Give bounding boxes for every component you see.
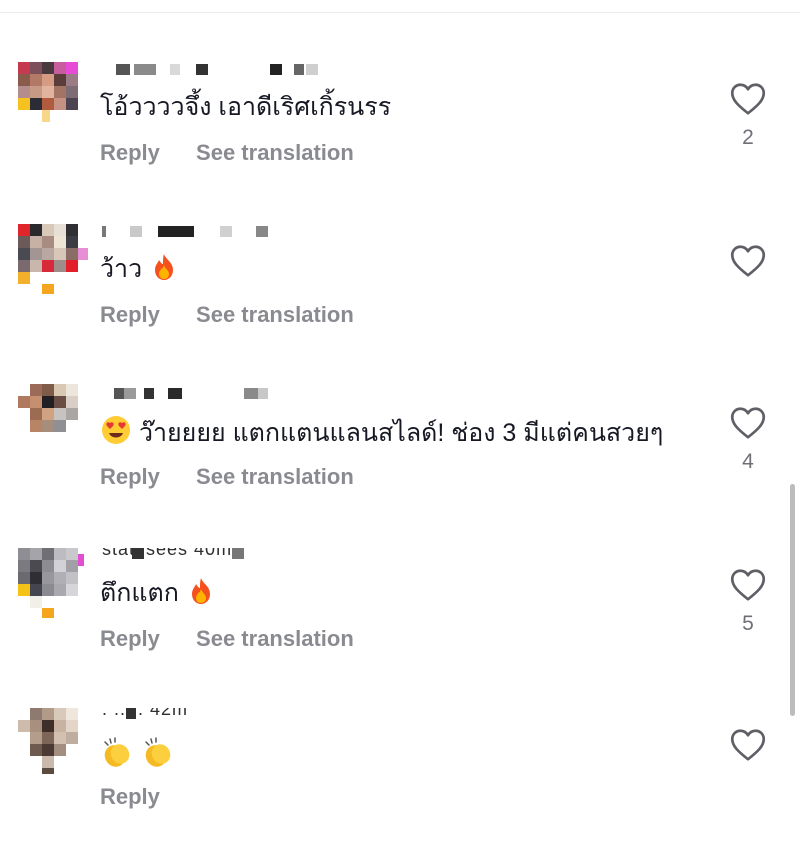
reply-button[interactable]: Reply: [100, 140, 160, 165]
avatar[interactable]: [18, 62, 82, 126]
comment-item: โอ้ววววจึ้ง เอาดีเริศเกิ้รนรร Reply See …: [0, 62, 800, 222]
avatar[interactable]: [18, 548, 84, 618]
comment-text: ตึกแตก: [100, 576, 216, 610]
reply-button[interactable]: Reply: [100, 302, 160, 327]
scrollbar[interactable]: [790, 484, 795, 716]
username-text: statusees 40m: [102, 548, 233, 559]
heart-icon[interactable]: [730, 728, 766, 762]
clapping-hands-emoji-icon: [145, 737, 171, 767]
comment-item: ว๊ายยยย แตกแตนแลนสไลด์! ช่อง 3 มีแต่คนสว…: [0, 384, 800, 546]
like-count: 5: [742, 612, 754, 635]
see-translation-button[interactable]: See translation: [196, 626, 354, 651]
fire-emoji-icon: [155, 254, 174, 280]
heart-icon[interactable]: [730, 568, 766, 602]
comment-text: [100, 736, 175, 774]
comment-text: ว๊ายยยย แตกแตนแลนสไลด์! ช่อง 3 มีแต่คนสว…: [100, 414, 663, 450]
username-text: . .. .. 42m: [102, 708, 189, 719]
username[interactable]: statusees 40m: [102, 548, 342, 562]
username[interactable]: . .. .. 42m: [102, 708, 342, 722]
clapping-hands-emoji-icon: [104, 737, 130, 767]
fire-emoji-icon: [191, 578, 210, 604]
heart-icon[interactable]: [730, 82, 766, 116]
comment-text: โอ้ววววจึ้ง เอาดีเริศเกิ้รนรร: [100, 93, 392, 121]
comment-item: statusees 40m ตึกแตก Reply See translati…: [0, 548, 800, 708]
username[interactable]: [102, 224, 342, 238]
heart-icon[interactable]: [730, 244, 766, 278]
see-translation-button[interactable]: See translation: [196, 464, 354, 489]
comment-item: ว้าว Reply See translation: [0, 224, 800, 384]
username[interactable]: [102, 62, 342, 76]
comment-item: . .. .. 42m Reply: [0, 708, 800, 868]
avatar[interactable]: [18, 708, 82, 774]
see-translation-button[interactable]: See translation: [196, 140, 354, 165]
top-divider: [0, 12, 800, 13]
reply-button[interactable]: Reply: [100, 784, 160, 809]
comment-text: ว้าว: [100, 252, 179, 286]
like-count: 4: [742, 450, 754, 473]
username[interactable]: [102, 386, 342, 400]
like-count: 2: [742, 126, 754, 149]
reply-button[interactable]: Reply: [100, 464, 160, 489]
heart-eyes-emoji-icon: [102, 416, 130, 444]
heart-icon[interactable]: [730, 406, 766, 440]
reply-button[interactable]: Reply: [100, 626, 160, 651]
see-translation-button[interactable]: See translation: [196, 302, 354, 327]
avatar[interactable]: [18, 384, 82, 448]
avatar[interactable]: [18, 224, 88, 294]
